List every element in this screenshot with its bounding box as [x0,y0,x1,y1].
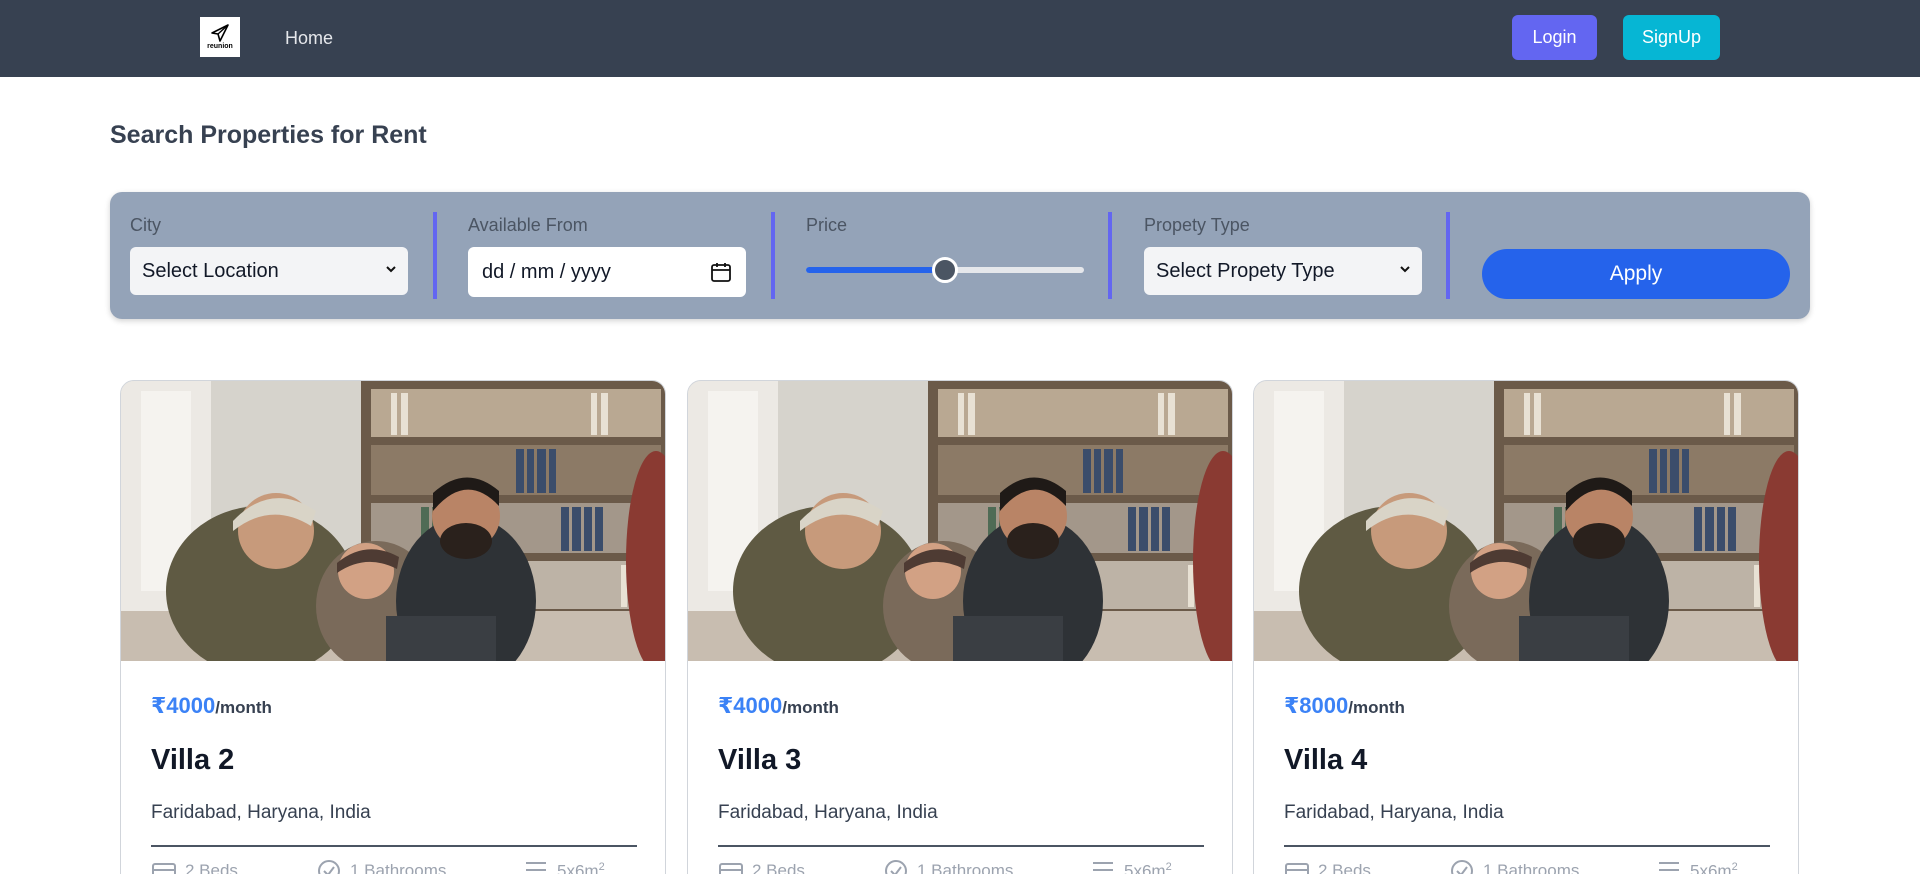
price-amount: ₹4000 [718,693,783,718]
bath-icon [885,860,907,874]
navbar: reunion Home Login SignUp [0,0,1920,77]
card-price: ₹8000/month [1284,693,1405,719]
baths-text: 1 Bathrooms [917,861,1014,874]
baths-feature: 1 Bathrooms [883,859,1013,874]
property-photo [121,381,665,661]
property-card[interactable]: ₹8000/month Villa 4 Faridabad, Haryana, … [1253,380,1799,874]
area-value: 5x6m [1690,861,1732,874]
property-type-label: Propety Type [1144,215,1250,235]
send-logo-icon [211,24,229,42]
city-select[interactable]: Select Location [130,247,408,295]
login-button[interactable]: Login [1512,15,1597,60]
card-divider [151,845,637,847]
calendar-icon[interactable] [710,261,732,283]
area-icon [526,862,546,871]
area-unit-sup: 2 [1165,860,1172,873]
bath-icon [1451,860,1473,874]
area-feature: 5x6m2 [1090,859,1172,874]
beds-text: 2 Beds [1318,861,1371,874]
filter-divider [1108,212,1112,299]
card-title[interactable]: Villa 4 [1284,744,1367,777]
area-text: 5x6m2 [557,861,605,874]
area-text: 5x6m2 [1690,861,1738,874]
area-text: 5x6m2 [1124,861,1172,874]
baths-feature: 1 Bathrooms [316,859,446,874]
area-value: 5x6m [557,861,599,874]
nav-home-link[interactable]: Home [285,28,333,49]
price-slider-fill [806,267,945,273]
filter-divider [771,212,775,299]
beds-feature: 2 Beds [151,859,238,874]
card-title[interactable]: Villa 3 [718,744,801,777]
beds-feature: 2 Beds [1284,859,1371,874]
baths-text: 1 Bathrooms [1483,861,1580,874]
price-period: /month [1348,698,1405,717]
property-card[interactable]: ₹4000/month Villa 3 Faridabad, Haryana, … [687,380,1233,874]
page-title: Search Properties for Rent [110,121,427,149]
price-period: /month [782,698,839,717]
card-price: ₹4000/month [718,693,839,719]
property-card[interactable]: ₹4000/month Villa 2 Faridabad, Haryana, … [120,380,666,874]
card-divider [1284,845,1770,847]
price-period: /month [215,698,272,717]
reunion-logo[interactable]: reunion [200,17,240,57]
baths-feature: 1 Bathrooms [1449,859,1579,874]
area-icon [1093,862,1113,871]
baths-text: 1 Bathrooms [350,861,447,874]
card-divider [718,845,1204,847]
area-value: 5x6m [1124,861,1166,874]
card-title[interactable]: Villa 2 [151,744,234,777]
bed-icon [719,863,743,874]
available-from-date-input[interactable]: dd / mm / yyyy [468,247,746,297]
card-price: ₹4000/month [151,693,272,719]
apply-button[interactable]: Apply [1482,249,1790,299]
area-unit-sup: 2 [1731,860,1738,873]
date-label: Available From [468,215,588,235]
card-features: 2 Beds 1 Bathrooms 5x6m2 [151,859,637,874]
property-type-value: Select Propety Type [1156,259,1335,282]
property-photo [688,381,1232,661]
price-amount: ₹8000 [1284,693,1349,718]
date-placeholder: dd / mm / yyyy [482,260,611,283]
price-slider[interactable] [806,257,1084,283]
area-feature: 5x6m2 [1656,859,1738,874]
filter-divider [433,212,437,299]
property-photo [1254,381,1798,661]
city-label: City [130,215,161,235]
card-features: 2 Beds 1 Bathrooms 5x6m2 [718,859,1204,874]
bed-icon [1285,863,1309,874]
beds-feature: 2 Beds [718,859,805,874]
logo-text: reunion [207,43,233,50]
beds-text: 2 Beds [185,861,238,874]
filter-divider [1446,212,1450,299]
area-feature: 5x6m2 [523,859,605,874]
bed-icon [152,863,176,874]
chevron-down-icon [1400,266,1410,273]
price-amount: ₹4000 [151,693,216,718]
area-icon [1659,862,1679,871]
filter-panel: City Select Location Available From dd /… [110,192,1810,319]
price-slider-thumb[interactable] [932,257,958,283]
bath-icon [318,860,340,874]
price-label: Price [806,215,848,235]
card-location: Faridabad, Haryana, India [1284,802,1504,823]
beds-text: 2 Beds [752,861,805,874]
property-type-select[interactable]: Select Propety Type [1144,247,1422,295]
city-select-value: Select Location [142,259,279,282]
card-location: Faridabad, Haryana, India [151,802,371,823]
signup-button[interactable]: SignUp [1623,15,1720,60]
area-unit-sup: 2 [598,860,605,873]
chevron-down-icon [386,266,396,273]
card-features: 2 Beds 1 Bathrooms 5x6m2 [1284,859,1770,874]
card-location: Faridabad, Haryana, India [718,802,938,823]
